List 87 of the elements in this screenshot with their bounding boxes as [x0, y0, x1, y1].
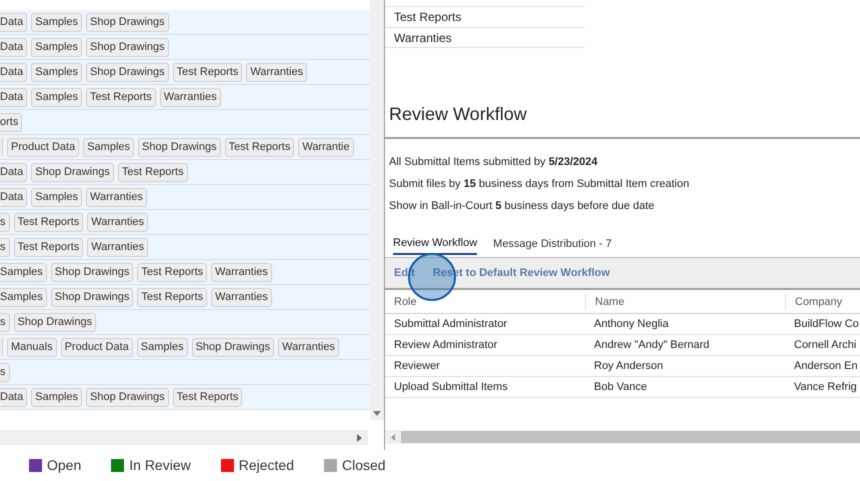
category-tag: Shop Drawings — [86, 388, 169, 406]
table-cell-text: Review Administrator — [393, 338, 498, 353]
table-cell-text: Bob Vance — [593, 380, 648, 395]
table-cell-text: Cornell Archi — [793, 338, 858, 353]
type-list-item[interactable]: Test Reports — [385, 6, 585, 27]
right-arrow-icon[interactable] — [357, 434, 362, 442]
column-header[interactable]: Company — [785, 294, 860, 310]
category-tag: Test Reports — [137, 288, 208, 306]
table-cell-text: Anthony Neglia — [593, 317, 670, 332]
category-tag: Data — [0, 162, 28, 182]
category-tag: orts — [0, 112, 22, 132]
horizontal-scrollbar[interactable] — [385, 430, 860, 444]
category-tag: Test Reports — [14, 238, 84, 256]
rule-text: All Submittal Items submitted by 5/23/2024 — [389, 155, 598, 170]
table-cell-text: Reviewer — [393, 359, 441, 374]
category-tag: Samples — [31, 88, 82, 106]
category-tag: Shop Drawings — [14, 312, 96, 332]
table-cell-text: Vance Refrig — [793, 380, 858, 395]
down-arrow-icon[interactable] — [373, 411, 381, 416]
category-tag: Shop Drawings — [50, 262, 134, 282]
category-tag: Product Data — [7, 138, 80, 156]
category-tag: Test Reports — [172, 62, 242, 82]
type-list-item[interactable]: Warranties — [385, 27, 585, 48]
category-tag: Warranties — [211, 262, 272, 282]
category-tag: Data — [0, 88, 28, 106]
category-tag: s — [0, 312, 10, 332]
category-tag: Test Reports — [86, 88, 156, 106]
table-cell-text: Submittal Administrator — [393, 317, 508, 332]
category-tag: Samples — [31, 62, 82, 82]
legend-label: Closed — [342, 456, 386, 475]
table-cell-text: Roy Anderson — [593, 359, 664, 374]
category-tag: Warranties — [87, 238, 148, 256]
category-tag: Warranties — [160, 88, 221, 106]
category-tag: Data — [0, 188, 28, 206]
category-tag: Warrantie — [298, 138, 354, 156]
tab[interactable]: Review Workflow — [393, 235, 478, 255]
category-tag: Shop Drawings — [31, 162, 114, 182]
category-tag: Samples — [83, 138, 134, 156]
category-tag: Data — [0, 62, 28, 82]
category-tag: s — [0, 238, 10, 256]
legend-label: Rejected — [238, 456, 294, 475]
table-cell-text: Upload Submittal Items — [393, 380, 509, 395]
rule-text: Show in Ball-in-Court 5 business days before due date — [389, 199, 654, 214]
legend-label: Open — [47, 456, 82, 475]
category-tag: s — [0, 362, 10, 382]
category-tag: Test Reports — [118, 162, 188, 182]
column-header[interactable]: Role — [385, 294, 585, 310]
category-tag: Data — [0, 38, 28, 56]
section-title: Review Workflow — [388, 103, 527, 126]
column-header[interactable]: Name — [585, 294, 785, 310]
legend-label: In Review — [129, 456, 191, 475]
category-tag: Warranties — [246, 62, 308, 82]
left-arrow-icon[interactable] — [391, 434, 395, 440]
category-tag: Manuals — [7, 338, 57, 356]
category-tag: Test Reports — [14, 212, 84, 232]
category-tag: Samples — [136, 338, 188, 356]
category-tag: Samples — [0, 288, 47, 306]
category-tag: Warranties — [278, 338, 339, 356]
category-tag: Data — [0, 388, 28, 406]
category-tag: Shop Drawings — [192, 338, 274, 356]
table-cell-text: Anderson En — [793, 359, 859, 374]
table-cell-text: BuildFlow Co — [793, 317, 860, 332]
category-tag: Warranties — [211, 288, 272, 306]
tab[interactable]: Message Distribution - 7 — [493, 235, 612, 255]
vertical-scrollbar[interactable] — [370, 0, 384, 420]
category-tag: Shop Drawings — [86, 62, 169, 82]
category-tag: Samples — [0, 262, 47, 282]
category-tag: Samples — [31, 38, 82, 56]
category-tag: Samples — [31, 188, 82, 206]
category-tag: Samples — [31, 388, 82, 406]
category-tag: s — [0, 212, 10, 232]
category-tag: Test Reports — [172, 388, 242, 406]
category-tag: Test Reports — [224, 138, 294, 156]
category-tag: Data — [0, 12, 28, 32]
category-tag: Shop Drawings — [86, 38, 169, 56]
table-cell-text: Andrew "Andy" Bernard — [593, 338, 710, 353]
category-tag: Warranties — [87, 212, 148, 232]
category-tag: Shop Drawings — [138, 138, 221, 156]
category-tag: Warranties — [86, 188, 147, 206]
category-tag: Product Data — [60, 338, 133, 356]
category-tag: Test Reports — [137, 262, 208, 282]
scrollbar-thumb[interactable] — [401, 431, 860, 443]
category-tag: Shop Drawings — [50, 288, 134, 306]
category-tag: Samples — [31, 12, 82, 32]
horizontal-scrollbar[interactable] — [0, 430, 368, 445]
category-tag: Shop Drawings — [86, 12, 169, 32]
rule-text: Submit files by 15 business days from Submittal Item creation — [389, 177, 690, 192]
